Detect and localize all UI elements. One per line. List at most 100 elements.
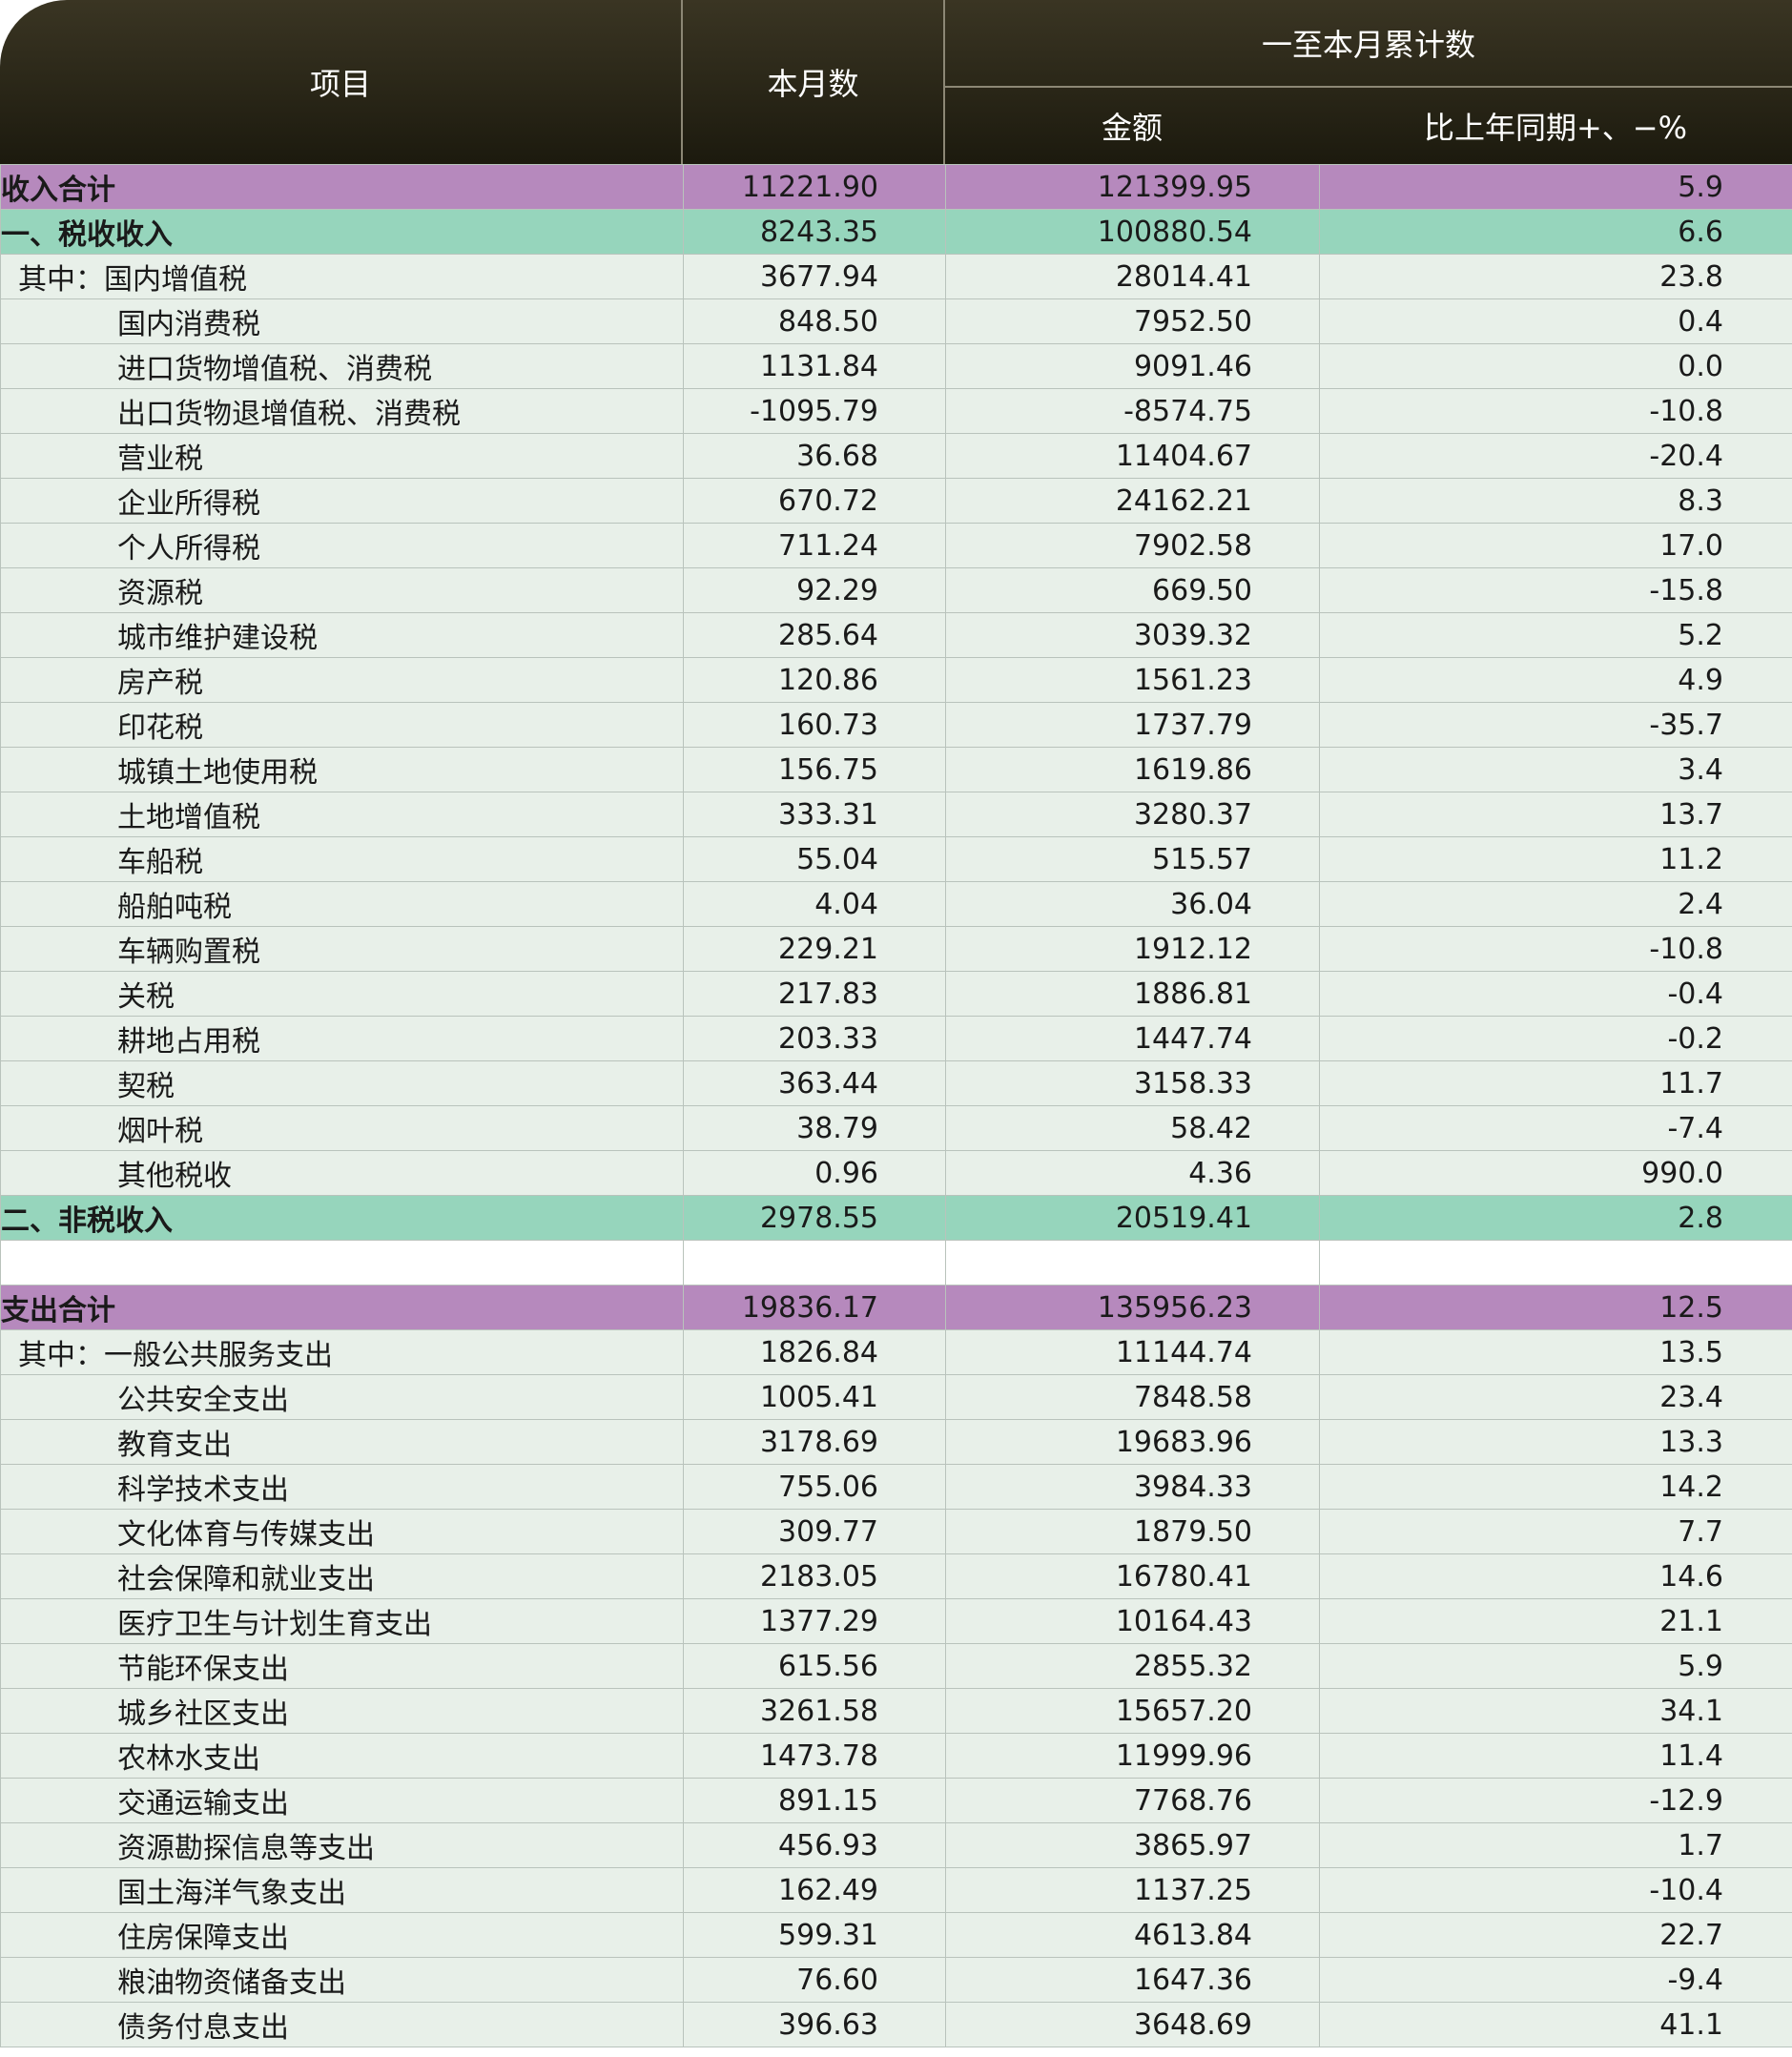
row-cumulative-amount: 11404.67 (945, 433, 1320, 479)
row-item-label: 船舶吨税 (117, 891, 232, 924)
row-month-value: 92.29 (683, 567, 946, 613)
row-yoy-change: 8.3 (1319, 478, 1792, 524)
row-item-label: 资源勘探信息等支出 (117, 1832, 375, 1865)
row-month-value: 156.75 (683, 747, 946, 792)
row-yoy-change: 14.6 (1319, 1553, 1792, 1599)
row-month-value: 3677.94 (683, 254, 946, 299)
row-cumulative-amount: 7768.76 (945, 1778, 1320, 1823)
budget-table-sheet: 项目 本月数 一至本月累计数 金额 比上年同期+、−% 收入合计 11221.90… (0, 0, 1792, 2057)
row-item-label: 企业所得税 (117, 487, 260, 521)
row-month-value: 1377.29 (683, 1598, 946, 1644)
row-yoy-change: 14.2 (1319, 1464, 1792, 1510)
row-month-value: 3178.69 (683, 1419, 946, 1465)
row-cumulative-amount: 3039.32 (945, 612, 1320, 658)
row-month-value: 396.63 (683, 2002, 946, 2047)
row-yoy-change: 0.4 (1319, 298, 1792, 344)
row-item-label: 科学技术支出 (117, 1473, 289, 1507)
row-month-value: 309.77 (683, 1509, 946, 1554)
row-month-value: 711.24 (683, 523, 946, 568)
row-item-label: 城市维护建设税 (117, 622, 318, 655)
row-month-value: 891.15 (683, 1778, 946, 1823)
table-row: 资源税 92.29 669.50 -15.8 (0, 567, 1792, 613)
row-cumulative-amount: 20519.41 (945, 1195, 1320, 1241)
row-item-name: 社会保障和就业支出 (0, 1553, 684, 1599)
table-row (0, 1240, 1792, 1286)
row-item-name: 其他税收 (0, 1150, 684, 1196)
row-item-label: 出口货物退增值税、消费税 (117, 398, 461, 431)
row-yoy-change: 3.4 (1319, 747, 1792, 792)
row-month-value: 2978.55 (683, 1195, 946, 1241)
row-yoy-change: 2.4 (1319, 881, 1792, 927)
row-item-name: 车船税 (0, 836, 684, 882)
header-yoy: 比上年同期+、−% (1423, 110, 1688, 146)
row-cumulative-amount: 3280.37 (945, 792, 1320, 837)
row-item-name: 进口货物增值税、消费税 (0, 343, 684, 389)
row-item-label: 二、非税收入 (1, 1204, 174, 1238)
row-item-name: 城乡社区支出 (0, 1688, 684, 1734)
row-item-name: 粮油物资储备支出 (0, 1957, 684, 2003)
row-yoy-change: 0.0 (1319, 343, 1792, 389)
row-yoy-change: 11.7 (1319, 1060, 1792, 1106)
row-yoy-change: -10.8 (1319, 388, 1792, 434)
row-item-name: 资源税 (0, 567, 684, 613)
row-month-value: 0.96 (683, 1150, 946, 1196)
row-month-value: 55.04 (683, 836, 946, 882)
table-row: 土地增值税 333.31 3280.37 13.7 (0, 792, 1792, 837)
table-row: 农林水支出 1473.78 11999.96 11.4 (0, 1733, 1792, 1779)
row-cumulative-amount: 3984.33 (945, 1464, 1320, 1510)
row-item-label: 其他税收 (117, 1160, 232, 1193)
table-row: 国内消费税 848.50 7952.50 0.4 (0, 298, 1792, 344)
table-row: 出口货物退增值税、消费税 -1095.79 -8574.75 -10.8 (0, 388, 1792, 434)
row-item-label: 印花税 (117, 711, 203, 745)
row-cumulative-amount: 19683.96 (945, 1419, 1320, 1465)
header-cumulative: 一至本月累计数 (1261, 27, 1475, 63)
table-body: 收入合计 11221.90 121399.95 5.9 一、税收收入 8243.35 100… (0, 164, 1792, 2047)
table-row: 支出合计 19836.17 135956.23 12.5 (0, 1285, 1792, 1330)
row-item-name: 其中：一般公共服务支出 (0, 1329, 684, 1375)
row-item-label: 债务付息支出 (117, 2011, 289, 2045)
row-item-name: 债务付息支出 (0, 2002, 684, 2047)
row-month-value: 76.60 (683, 1957, 946, 2003)
row-item-label: 收入合计 (1, 174, 116, 207)
row-item-name: 企业所得税 (0, 478, 684, 524)
row-cumulative-amount: 1912.12 (945, 926, 1320, 972)
row-yoy-change: 1.7 (1319, 1822, 1792, 1868)
row-cumulative-amount: 1447.74 (945, 1016, 1320, 1061)
table-row: 进口货物增值税、消费税 1131.84 9091.46 0.0 (0, 343, 1792, 389)
row-item-label: 国内消费税 (117, 308, 260, 341)
table-row: 个人所得税 711.24 7902.58 17.0 (0, 523, 1792, 568)
row-month-value: -1095.79 (683, 388, 946, 434)
row-yoy-change: -9.4 (1319, 1957, 1792, 2003)
row-yoy-change: 5.9 (1319, 1643, 1792, 1689)
row-month-value: 120.86 (683, 657, 946, 703)
table-row: 房产税 120.86 1561.23 4.9 (0, 657, 1792, 703)
row-item-name: 节能环保支出 (0, 1643, 684, 1689)
table-row: 其中：国内增值税 3677.94 28014.41 23.8 (0, 254, 1792, 299)
row-item-name: 房产税 (0, 657, 684, 703)
row-cumulative-amount: 1137.25 (945, 1867, 1320, 1913)
table-row: 文化体育与传媒支出 309.77 1879.50 7.7 (0, 1509, 1792, 1554)
row-yoy-change: 5.2 (1319, 612, 1792, 658)
row-item-name: 船舶吨税 (0, 881, 684, 927)
row-item-name: 其中：国内增值税 (0, 254, 684, 299)
row-month-value: 160.73 (683, 702, 946, 748)
row-month-value: 333.31 (683, 792, 946, 837)
row-cumulative-amount: 2855.32 (945, 1643, 1320, 1689)
row-yoy-change: 23.4 (1319, 1374, 1792, 1420)
row-item-label: 支出合计 (1, 1294, 116, 1327)
row-cumulative-amount: 9091.46 (945, 343, 1320, 389)
row-item-name: 收入合计 (0, 164, 684, 210)
row-month-value: 1131.84 (683, 343, 946, 389)
row-month-value: 1826.84 (683, 1329, 946, 1375)
row-cumulative-amount: 28014.41 (945, 254, 1320, 299)
row-item-label: 耕地占用税 (117, 1025, 260, 1059)
row-month-value: 162.49 (683, 1867, 946, 1913)
row-cumulative-amount: 58.42 (945, 1105, 1320, 1151)
table-row: 营业税 36.68 11404.67 -20.4 (0, 433, 1792, 479)
row-cumulative-amount: 121399.95 (945, 164, 1320, 210)
row-item-label: 个人所得税 (117, 532, 260, 566)
row-item-label: 房产税 (117, 667, 203, 700)
row-yoy-change: 7.7 (1319, 1509, 1792, 1554)
row-month-value: 203.33 (683, 1016, 946, 1061)
row-cumulative-amount: 36.04 (945, 881, 1320, 927)
